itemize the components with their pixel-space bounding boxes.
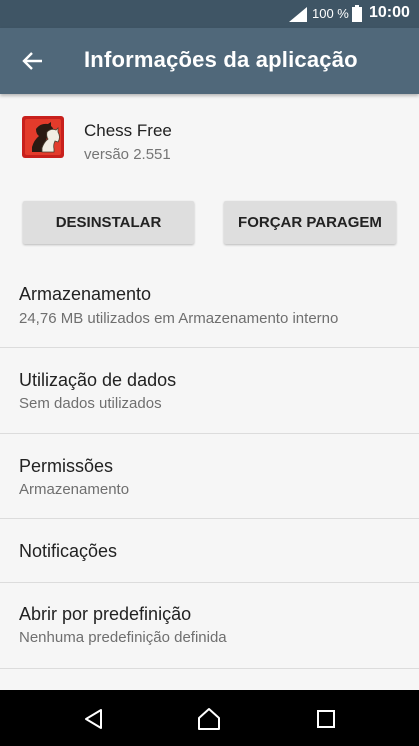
list-item-notifications[interactable]: Notificações [0, 519, 419, 583]
page-title: Informações da aplicação [84, 47, 358, 72]
signal-icon [289, 7, 307, 22]
list-item-data-usage[interactable]: Utilização de dados Sem dados utilizados [0, 348, 419, 434]
list-item-permissions[interactable]: Permissões Armazenamento [0, 434, 419, 519]
arrow-left-icon[interactable] [18, 46, 48, 76]
navigation-bar [0, 690, 419, 746]
list-item-storage[interactable]: Armazenamento 24,76 MB utilizados em Arm… [0, 263, 419, 348]
chess-knight-icon [22, 116, 64, 158]
list-item-subtitle: Armazenamento [19, 481, 130, 498]
list-item-subtitle: Sem dados utilizados [19, 395, 162, 412]
list-item-title: Permissões [19, 456, 114, 476]
home-icon[interactable] [196, 706, 222, 732]
battery-icon [352, 5, 362, 22]
square-recents-icon[interactable] [313, 706, 339, 732]
list-item-title: Notificações [19, 541, 118, 561]
app-header: Chess Free versão 2.551 [0, 94, 419, 189]
app-bar: Informações da aplicação [0, 28, 419, 94]
battery-percentage: 100 % [312, 6, 349, 21]
triangle-back-icon[interactable] [81, 706, 107, 732]
list-item-title: Utilização de dados [19, 370, 177, 390]
list-item-title: Armazenamento [19, 284, 152, 304]
app-name: Chess Free [84, 121, 172, 140]
status-bar: 100 % 10:00 [0, 0, 419, 28]
app-version: versão 2.551 [84, 146, 171, 163]
list-item-open-by-default[interactable]: Abrir por predefinição Nenhuma predefini… [0, 583, 419, 669]
force-stop-button[interactable]: FORÇAR PARAGEM [224, 201, 396, 244]
list-item-subtitle: Nenhuma predefinição definida [19, 629, 227, 646]
list-item-title: Abrir por predefinição [19, 604, 192, 624]
uninstall-button[interactable]: DESINSTALAR [23, 201, 194, 244]
clock: 10:00 [369, 4, 410, 21]
list-item-subtitle: 24,76 MB utilizados em Armazenamento int… [19, 310, 339, 327]
